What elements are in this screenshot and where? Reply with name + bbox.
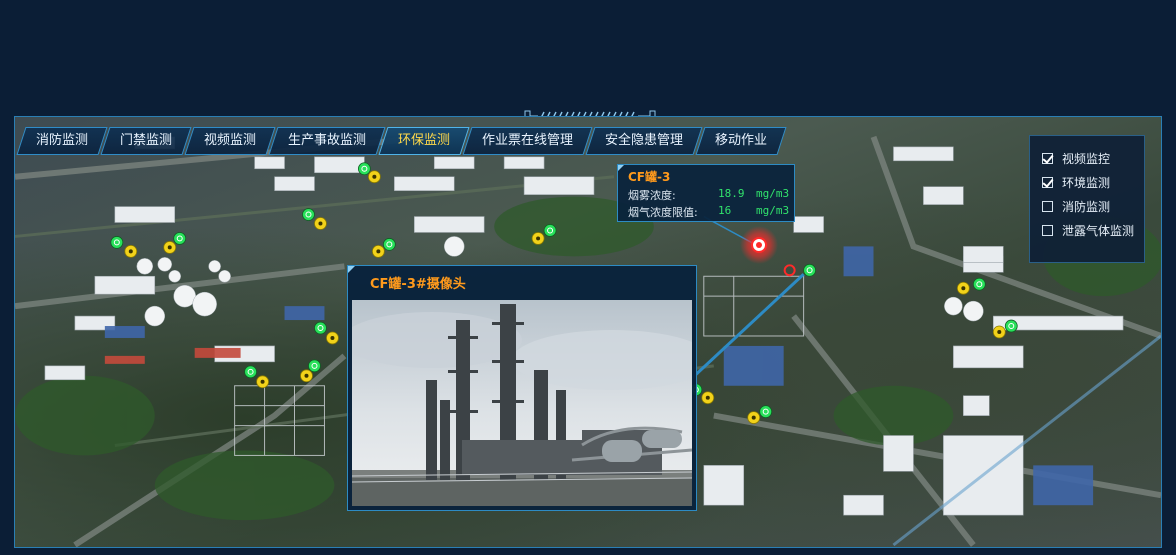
legend-label: 视频监控 bbox=[1062, 151, 1111, 166]
environment-pin-icon[interactable] bbox=[124, 245, 138, 258]
camera-popup-title: CF罐-3#摄像头 bbox=[370, 277, 466, 292]
smoke-concentration-row: 烟雾浓度: 18.9 mg/m3 bbox=[628, 187, 789, 203]
corner-decoration bbox=[618, 165, 624, 171]
camera-pin-icon[interactable] bbox=[110, 236, 124, 249]
smoke-concentration-value: 18.9 bbox=[718, 187, 745, 200]
legend-label: 环境监测 bbox=[1062, 175, 1111, 190]
camera-pin-icon[interactable] bbox=[543, 224, 557, 237]
environment-pin-icon[interactable] bbox=[326, 331, 339, 345]
sensor-info-popup: CF罐-3 烟雾浓度: 18.9 mg/m3 烟气浓度限值: 16 mg/m3 bbox=[617, 164, 795, 222]
camera-pin-icon[interactable] bbox=[308, 359, 321, 373]
environment-pin-icon[interactable] bbox=[956, 281, 970, 295]
flue-gas-limit-row: 烟气浓度限值: 16 mg/m3 bbox=[628, 204, 789, 220]
camera-pin-icon[interactable] bbox=[1004, 319, 1018, 333]
tab-work-permit[interactable]: 作业票在线管理 bbox=[462, 127, 593, 155]
checkbox-unchecked-icon[interactable] bbox=[1042, 200, 1053, 212]
environment-pin-icon[interactable] bbox=[314, 217, 327, 230]
flue-gas-limit-unit: mg/m3 bbox=[756, 204, 790, 217]
environment-pin-icon[interactable] bbox=[531, 232, 545, 245]
legend-item-fire-monitoring[interactable]: 消防监测 bbox=[1042, 194, 1144, 218]
checkbox-checked-icon[interactable] bbox=[1042, 152, 1053, 164]
environment-pin-icon[interactable] bbox=[992, 325, 1006, 339]
flue-gas-limit-label: 烟气浓度限值: bbox=[628, 206, 698, 219]
camera-popup: CF罐-3#摄像头 bbox=[347, 265, 697, 511]
module-tabs: 消防监测 门禁监测 视频监测 生产事故监测 环保监测 作业票在线管理 安全隐患管… bbox=[16, 127, 787, 155]
camera-pin-icon[interactable] bbox=[358, 162, 371, 176]
tab-environment-monitoring[interactable]: 环保监测 bbox=[378, 127, 470, 155]
camera-pin-icon[interactable] bbox=[244, 365, 257, 379]
tab-mobile-work[interactable]: 移动作业 bbox=[695, 127, 787, 155]
map-panel: 消防监测 门禁监测 视频监测 生产事故监测 环保监测 作业票在线管理 安全隐患管… bbox=[14, 116, 1162, 548]
camera-pin-icon[interactable] bbox=[803, 263, 817, 277]
environment-pin-icon[interactable] bbox=[256, 375, 269, 389]
tab-fire-monitoring[interactable]: 消防监测 bbox=[16, 127, 108, 155]
checkbox-checked-icon[interactable] bbox=[1042, 176, 1053, 188]
environment-pin-icon[interactable] bbox=[300, 369, 313, 383]
checkbox-unchecked-icon[interactable] bbox=[1042, 224, 1053, 236]
legend-item-video-monitoring[interactable]: 视频监控 bbox=[1042, 146, 1144, 170]
camera-pin-icon[interactable] bbox=[759, 405, 773, 418]
environment-pin-icon[interactable] bbox=[163, 241, 177, 254]
camera-pin-icon[interactable] bbox=[972, 277, 986, 291]
environment-pin-icon[interactable] bbox=[701, 391, 715, 405]
environment-pin-icon[interactable] bbox=[747, 411, 761, 424]
tab-access-control[interactable]: 门禁监测 bbox=[100, 127, 192, 155]
corner-decoration bbox=[348, 266, 355, 273]
alarm-pin-icon[interactable] bbox=[783, 264, 796, 277]
tab-video-monitoring[interactable]: 视频监测 bbox=[184, 127, 276, 155]
legend-label: 消防监测 bbox=[1062, 199, 1111, 214]
smoke-concentration-unit: mg/m3 bbox=[756, 187, 790, 200]
camera-pin-icon[interactable] bbox=[382, 238, 396, 251]
environment-pin-icon[interactable] bbox=[371, 245, 385, 258]
sensor-info-title: CF罐-3 bbox=[628, 170, 671, 184]
smoke-concentration-label: 烟雾浓度: bbox=[628, 189, 676, 202]
legend-item-gas-leak-monitoring[interactable]: 泄露气体监测 bbox=[1042, 218, 1144, 242]
environment-pin-icon[interactable] bbox=[367, 170, 381, 184]
camera-pin-icon[interactable] bbox=[314, 321, 327, 335]
camera-video-feed[interactable] bbox=[352, 300, 692, 506]
tab-production-accident[interactable]: 生产事故监测 bbox=[268, 127, 386, 155]
flue-gas-limit-value: 16 bbox=[718, 204, 732, 217]
legend-label: 泄露气体监测 bbox=[1062, 223, 1135, 238]
legend-item-environment-monitoring[interactable]: 环境监测 bbox=[1042, 170, 1144, 194]
layer-legend: 视频监控 环境监测 消防监测 泄露气体监测 bbox=[1029, 135, 1145, 263]
alarm-pin-icon[interactable] bbox=[739, 225, 779, 265]
camera-pin-icon[interactable] bbox=[173, 232, 187, 245]
tab-safety-hazard[interactable]: 安全隐患管理 bbox=[585, 127, 703, 155]
camera-pin-icon[interactable] bbox=[302, 208, 315, 221]
